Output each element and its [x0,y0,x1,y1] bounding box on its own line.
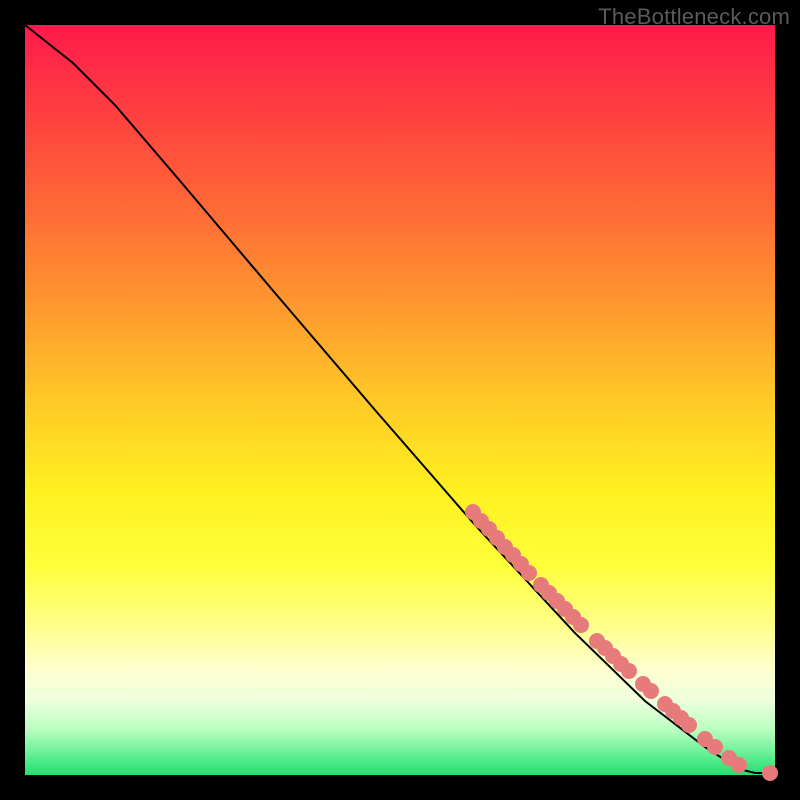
plot-area [25,25,775,775]
chart-svg [25,25,775,775]
data-marker [707,739,723,755]
data-marker [521,565,537,581]
data-marker [573,617,589,633]
data-marker [762,765,778,781]
data-marker [681,717,697,733]
data-marker [621,663,637,679]
data-marker [643,683,659,699]
chart-stage: { "watermark": "TheBottleneck.com", "plo… [0,0,800,800]
bottleneck-curve [25,25,775,773]
marker-group [465,504,778,781]
data-marker [731,757,747,773]
